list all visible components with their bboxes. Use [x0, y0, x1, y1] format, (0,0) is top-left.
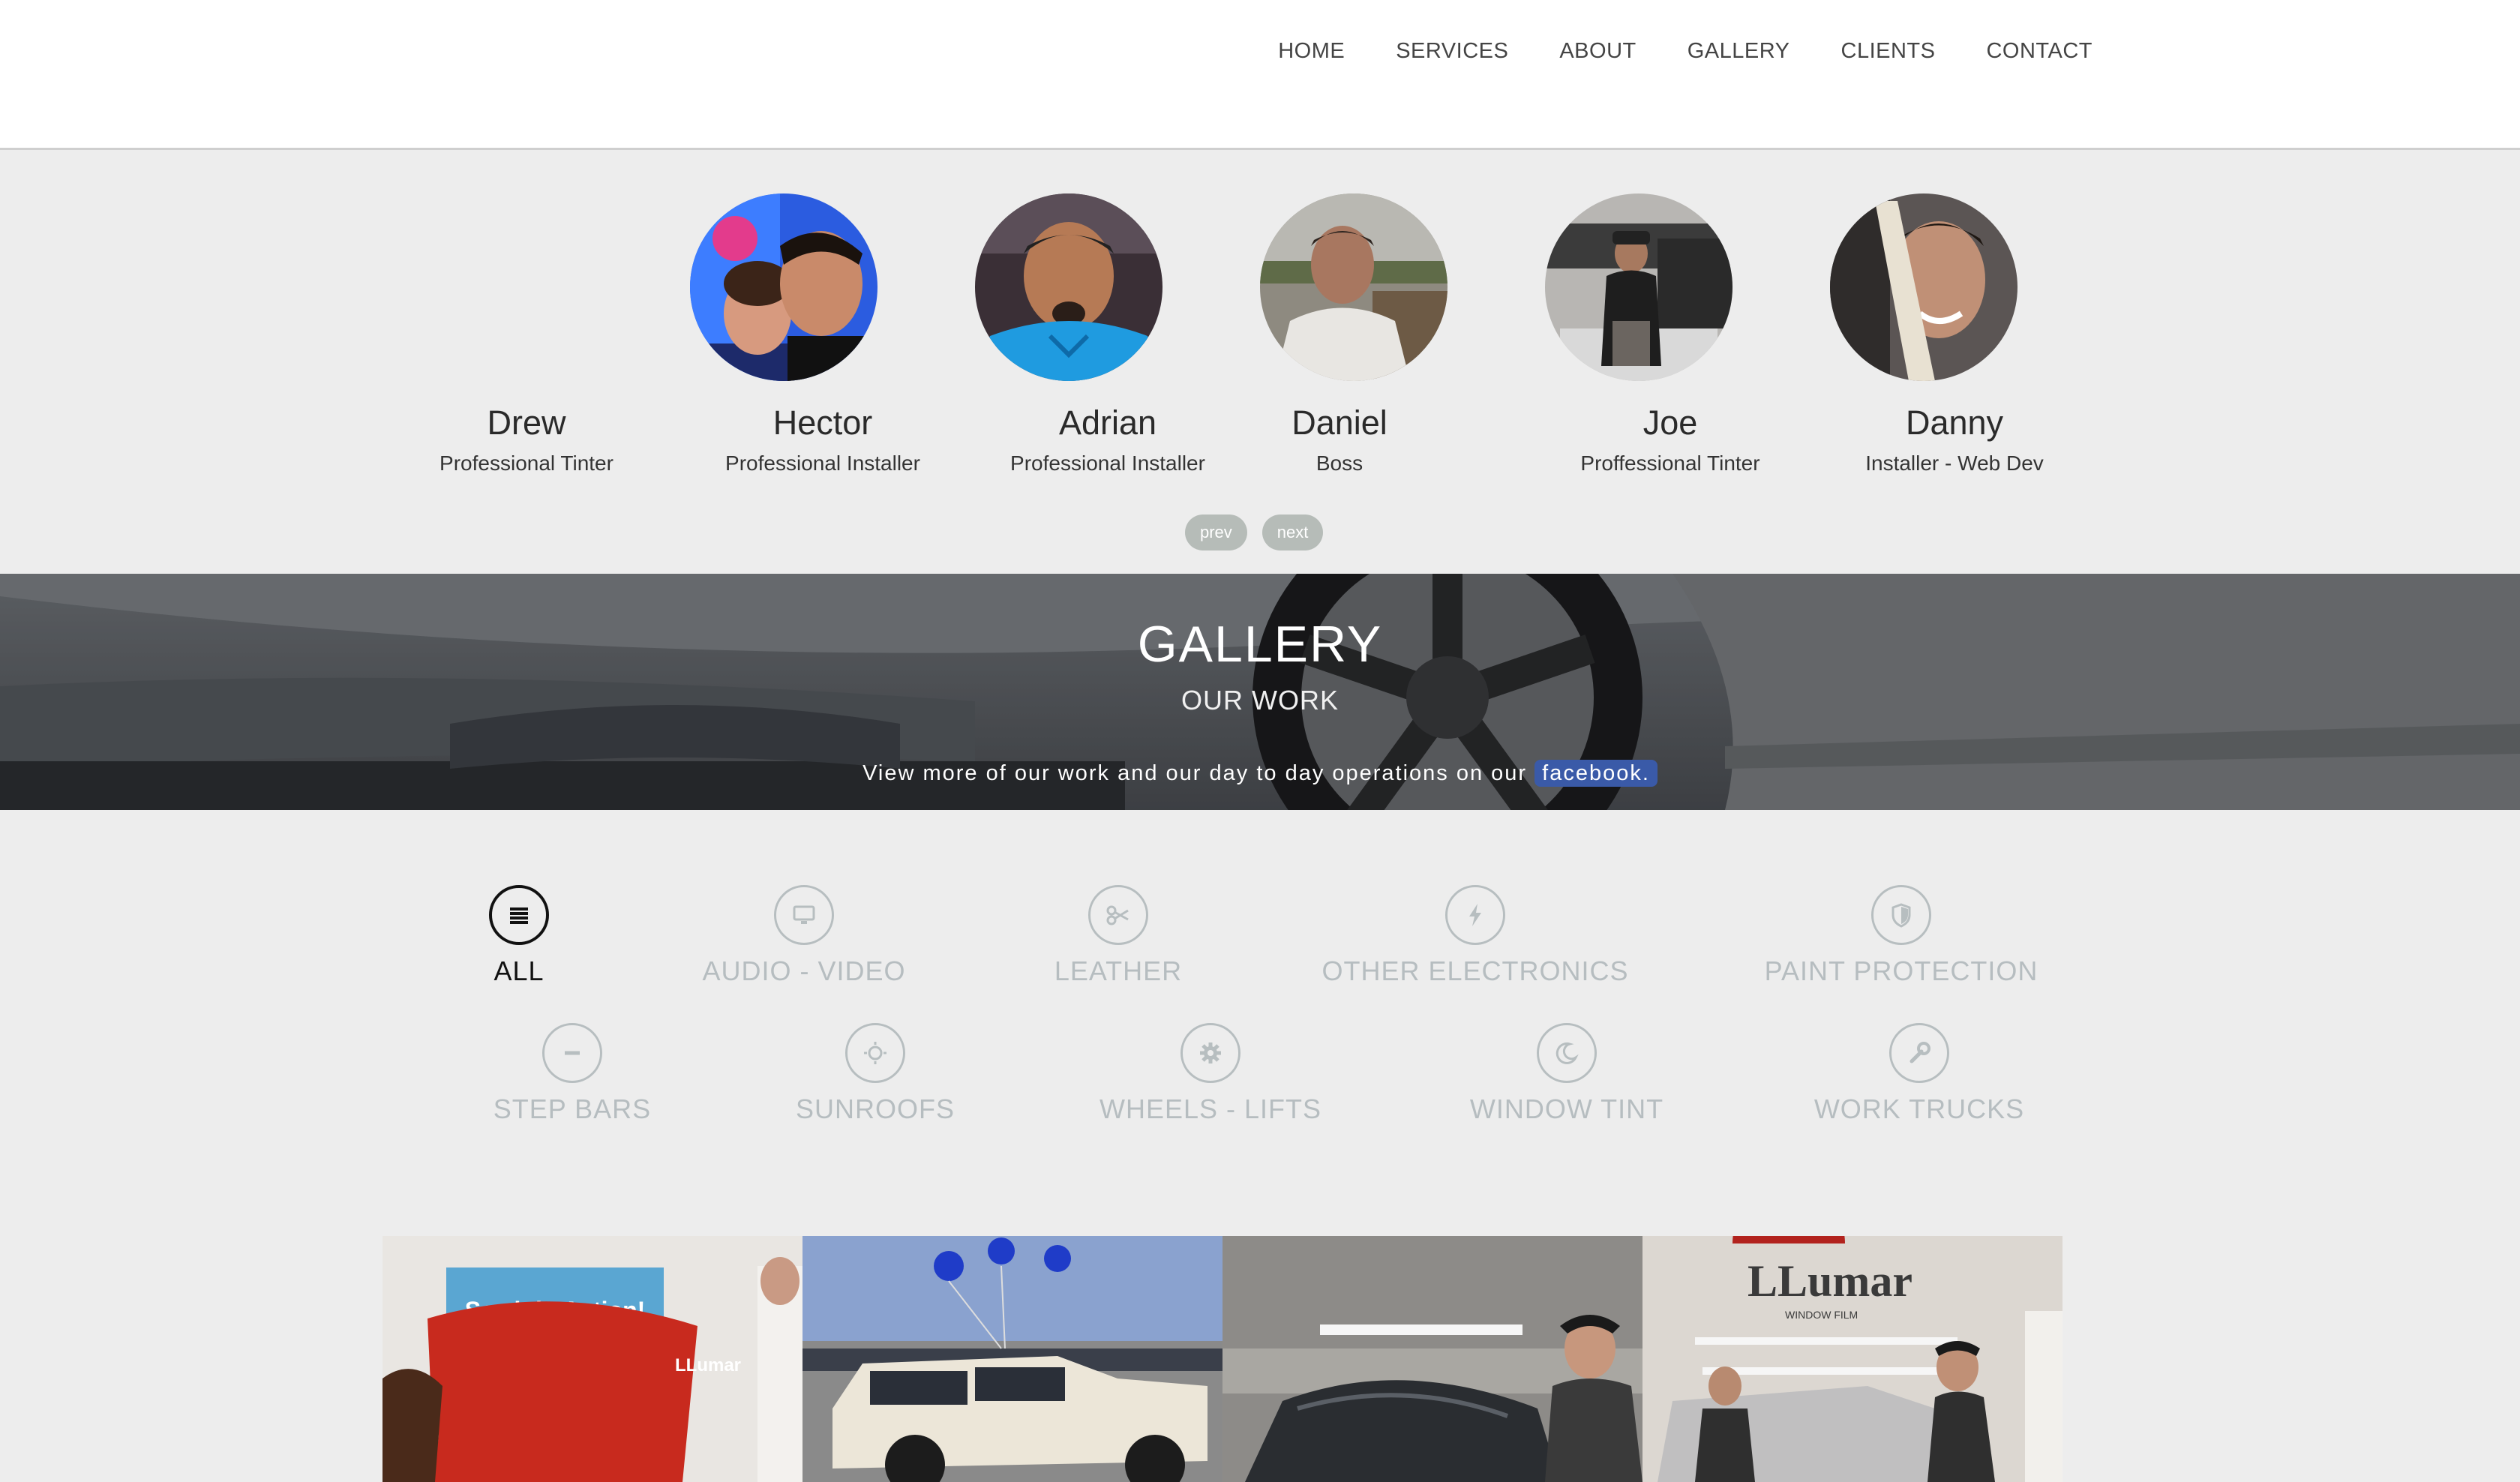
photo-tagline-text: WINDOW FILM: [1785, 1309, 1858, 1321]
filter-other-electronics[interactable]: OTHER ELECTRONICS: [1310, 885, 1640, 987]
list-icon: [489, 885, 549, 945]
facebook-link[interactable]: facebook.: [1534, 760, 1658, 787]
filter-label: OTHER ELECTRONICS: [1322, 956, 1629, 986]
filter-leather[interactable]: LEATHER: [953, 885, 1283, 987]
gallery-photo[interactable]: See it in Action! LLumar: [382, 1236, 802, 1482]
main-nav: HOME SERVICES ABOUT GALLERY CLIENTS CONT…: [1227, 39, 2092, 64]
gallery-grid: See it in Action! LLumar: [382, 1236, 2062, 1482]
team-member-drew: Drew Professional Tinter: [392, 406, 662, 476]
avatar-danny: [1830, 194, 2018, 381]
scissors-icon: [1088, 885, 1148, 945]
team-member-hector: Hector Professional Installer: [688, 406, 958, 476]
filter-label: WORK TRUCKS: [1814, 1094, 2025, 1124]
member-role: Professional Installer: [1010, 452, 1205, 475]
filter-label: PAINT PROTECTION: [1764, 956, 2038, 986]
member-name: Drew: [487, 404, 566, 442]
filter-work-trucks[interactable]: WORK TRUCKS: [1754, 1023, 2084, 1125]
gallery-note-text: View more of our work and our day to day…: [862, 761, 1528, 785]
team-pager: prev next: [1185, 514, 1324, 550]
bolt-icon: [1445, 885, 1505, 945]
filter-window-tint[interactable]: WINDOW TINT: [1402, 1023, 1732, 1125]
wrench-icon: [1889, 1023, 1949, 1083]
filter-paint-protection[interactable]: PAINT PROTECTION: [1736, 885, 2066, 987]
photo-logo-text: LLumar: [1748, 1256, 1912, 1306]
member-name: Daniel: [1292, 404, 1388, 442]
filter-label: WINDOW TINT: [1469, 1094, 1664, 1124]
filter-label: STEP BARS: [493, 1094, 652, 1124]
team-member-adrian: Adrian Professional Installer: [973, 406, 1243, 476]
nav-gallery[interactable]: GALLERY: [1688, 39, 1790, 64]
filter-label: AUDIO - VIDEO: [702, 956, 906, 986]
filter-all[interactable]: ALL: [354, 885, 684, 987]
filter-label: ALL: [494, 956, 544, 986]
member-role: Professional Tinter: [440, 452, 614, 475]
filter-sunroofs[interactable]: SUNROOFS: [710, 1023, 1040, 1125]
member-role: Proffessional Tinter: [1580, 452, 1760, 475]
gallery-photo[interactable]: [1222, 1236, 1642, 1482]
team-member-danny: Danny Installer - Web Dev: [1820, 406, 2090, 476]
member-role: Installer - Web Dev: [1865, 452, 2044, 475]
gallery-banner: GALLERY OUR WORK View more of our work a…: [0, 574, 2520, 810]
monitor-icon: [774, 885, 834, 945]
nav-contact[interactable]: CONTACT: [1986, 39, 2092, 64]
member-name: Danny: [1905, 404, 2004, 442]
avatar-hector: [690, 194, 878, 381]
next-button[interactable]: next: [1262, 514, 1324, 550]
member-name: Joe: [1642, 404, 1698, 442]
filter-label: LEATHER: [1054, 956, 1183, 986]
filter-audio-video[interactable]: AUDIO - VIDEO: [639, 885, 969, 987]
minus-icon: [542, 1023, 602, 1083]
gallery-subtitle: OUR WORK: [1181, 685, 1339, 716]
filter-label: SUNROOFS: [795, 1094, 955, 1124]
prev-button[interactable]: prev: [1185, 514, 1247, 550]
nav-clients[interactable]: CLIENTS: [1841, 39, 1936, 64]
site-header: HOME SERVICES ABOUT GALLERY CLIENTS CONT…: [0, 0, 2520, 150]
gallery-note: View more of our work and our day to day…: [0, 760, 2520, 787]
gallery-title: GALLERY: [1137, 616, 1383, 673]
team-section: Drew Professional Tinter Hector Professi…: [0, 152, 2520, 574]
avatar-adrian: [975, 194, 1162, 381]
member-role: Professional Installer: [725, 452, 920, 475]
nav-services[interactable]: SERVICES: [1396, 39, 1508, 64]
photo-logo-text: LLumar: [675, 1355, 741, 1376]
team-member-joe: Joe Proffessional Tinter: [1535, 406, 1805, 476]
member-name: Hector: [772, 404, 873, 442]
sun-icon: [845, 1023, 905, 1083]
gallery-photo[interactable]: LLumar WINDOW FILM: [1642, 1236, 2062, 1482]
member-role: Boss: [1316, 452, 1364, 475]
filter-wheels-lifts[interactable]: WHEELS - LIFTS: [1046, 1023, 1376, 1125]
team-member-daniel: Daniel Boss: [1204, 406, 1474, 476]
nav-about[interactable]: ABOUT: [1559, 39, 1636, 64]
shield-icon: [1871, 885, 1931, 945]
filter-step-bars[interactable]: STEP BARS: [407, 1023, 737, 1125]
avatar-daniel: [1260, 194, 1448, 381]
nav-home[interactable]: HOME: [1278, 39, 1345, 64]
filter-label: WHEELS - LIFTS: [1099, 1094, 1322, 1124]
gear-icon: [1180, 1023, 1240, 1083]
moon-icon: [1537, 1023, 1597, 1083]
gallery-photo[interactable]: [802, 1236, 1222, 1482]
member-name: Adrian: [1058, 404, 1157, 442]
avatar-joe: [1545, 194, 1732, 381]
